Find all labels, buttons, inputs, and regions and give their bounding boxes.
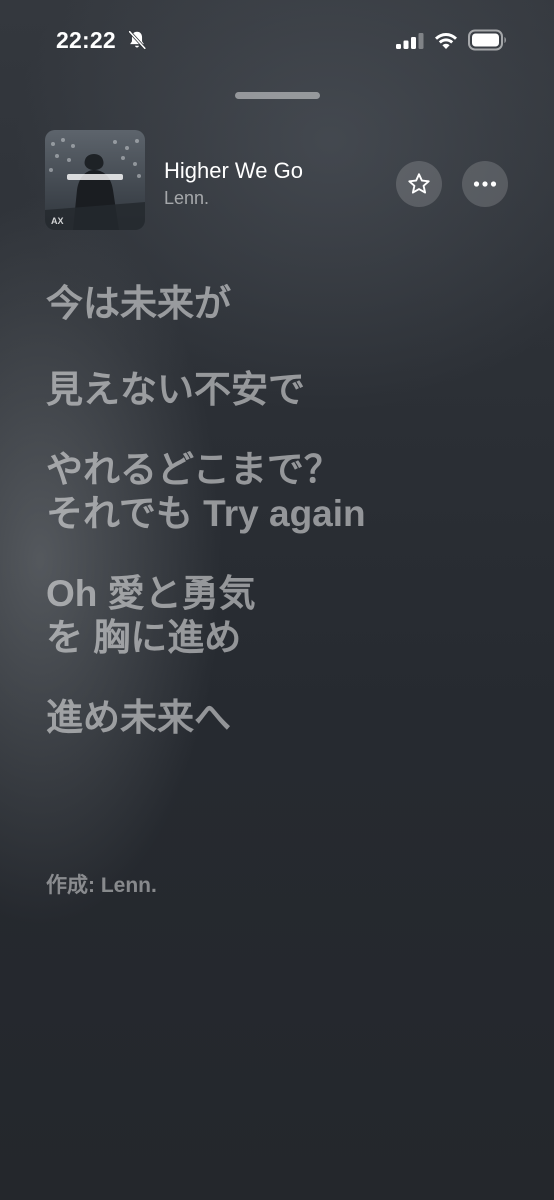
now-playing-lyrics-screen: 22:22 AX Higher We Go Lenn. 今は未来が 見えない不安…	[0, 0, 554, 1200]
song-artist[interactable]: Lenn.	[164, 188, 209, 209]
status-time: 22:22	[56, 27, 116, 53]
lyric-block[interactable]: 見えない不安で	[46, 368, 526, 412]
lyric-line: を 胸に進め	[46, 617, 242, 658]
lyrics-list: 今は未来が 見えない不安で やれるどこまで？ それでも Try again Oh…	[46, 282, 526, 786]
lyric-block[interactable]: Oh 愛と勇気 を 胸に進め	[46, 572, 526, 660]
lyric-block[interactable]: やれるどこまで？ それでも Try again	[46, 448, 526, 536]
lyric-line: 進め未来へ	[46, 697, 231, 738]
lyric-line: やれるどこまで？	[46, 449, 341, 490]
status-bar: 22:22	[0, 0, 554, 84]
album-artwork[interactable]: AX	[45, 130, 145, 230]
lyric-line: 今は未来が	[46, 283, 231, 324]
svg-text:AX: AX	[51, 216, 64, 226]
song-title[interactable]: Higher We Go	[164, 158, 303, 184]
lyric-line: 見えない不安で	[46, 369, 305, 410]
favorite-button[interactable]	[396, 161, 442, 207]
lyric-block[interactable]: 進め未来へ	[46, 696, 526, 740]
battery-icon	[468, 29, 506, 51]
star-icon	[408, 173, 430, 194]
lyric-line: Oh 愛と勇気	[46, 573, 256, 614]
bell-slash-icon	[128, 30, 147, 50]
lyrics-credits: 作成: Lenn.	[46, 874, 157, 897]
lyric-block[interactable]: 今は未来が	[46, 282, 526, 326]
sheet-grabber[interactable]	[235, 92, 320, 99]
cellular-signal-icon	[396, 33, 424, 49]
ellipsis-icon	[473, 181, 497, 187]
wifi-icon	[435, 33, 457, 49]
lyric-line: それでも Try again	[46, 493, 366, 534]
more-options-button[interactable]	[462, 161, 508, 207]
